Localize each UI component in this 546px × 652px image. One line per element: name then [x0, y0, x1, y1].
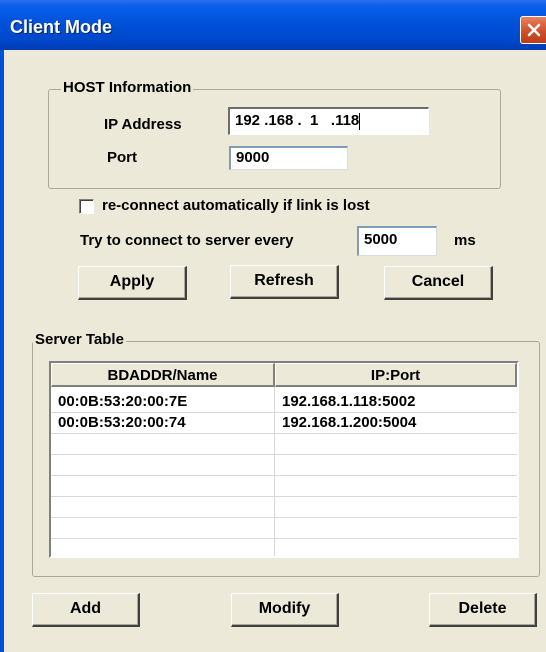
text-caret	[359, 112, 361, 130]
table-row[interactable]: 00:0B:53:20:00:7E 192.168.1.118:5002	[51, 392, 517, 413]
refresh-button[interactable]: Refresh	[230, 265, 339, 299]
interval-value: 5000	[364, 231, 398, 248]
client-mode-dialog: Client Mode HOST Information IP Address …	[0, 0, 546, 652]
table-cell-bdaddr: 00:0B:53:20:00:7E	[58, 393, 188, 410]
apply-button[interactable]: Apply	[78, 266, 187, 300]
title-bar: Client Mode	[0, 0, 546, 50]
interval-label: Try to connect to server every	[80, 232, 294, 249]
table-cell-ip-port: 192.168.1.200:5004	[282, 414, 417, 431]
port-value: 9000	[236, 149, 270, 166]
table-row[interactable]	[51, 518, 517, 539]
host-information-label: HOST Information	[61, 79, 194, 96]
table-row[interactable]	[51, 434, 517, 455]
delete-button[interactable]: Delete	[429, 593, 537, 627]
close-button[interactable]	[520, 16, 546, 44]
window-title: Client Mode	[10, 17, 112, 37]
server-table-label: Server Table	[33, 331, 126, 348]
close-icon	[527, 23, 541, 37]
table-cell-bdaddr: 00:0B:53:20:00:74	[58, 414, 186, 431]
add-button[interactable]: Add	[32, 593, 140, 627]
table-row[interactable]: 00:0B:53:20:00:74 192.168.1.200:5004	[51, 413, 517, 434]
table-row[interactable]	[51, 497, 517, 518]
table-cell-ip-port: 192.168.1.118:5002	[282, 393, 416, 410]
modify-button[interactable]: Modify	[231, 593, 339, 627]
port-field[interactable]: 9000	[229, 146, 348, 170]
cancel-button[interactable]: Cancel	[384, 266, 493, 300]
ip-address-field[interactable]: 192 .168 . 1 .118	[228, 107, 429, 135]
reconnect-checkbox[interactable]	[79, 199, 94, 214]
interval-field[interactable]: 5000	[357, 226, 437, 256]
server-table[interactable]: BDADDR/Name IP:Port 00:0B:53:20:00:7E 19…	[49, 361, 519, 558]
column-header-ip-port[interactable]: IP:Port	[275, 363, 517, 387]
interval-unit: ms	[454, 232, 476, 249]
port-label: Port	[107, 149, 137, 166]
table-row[interactable]	[51, 539, 517, 556]
reconnect-label: re-connect automatically if link is lost	[102, 197, 370, 214]
ip-address-label: IP Address	[104, 116, 182, 133]
host-information-group	[48, 89, 501, 189]
column-divider	[274, 387, 275, 556]
ip-address-value: 192 .168 . 1 .118	[235, 112, 360, 129]
table-row[interactable]	[51, 455, 517, 476]
table-row[interactable]	[51, 476, 517, 497]
window-frame-left	[0, 50, 4, 652]
column-header-bdaddr[interactable]: BDADDR/Name	[51, 363, 275, 387]
